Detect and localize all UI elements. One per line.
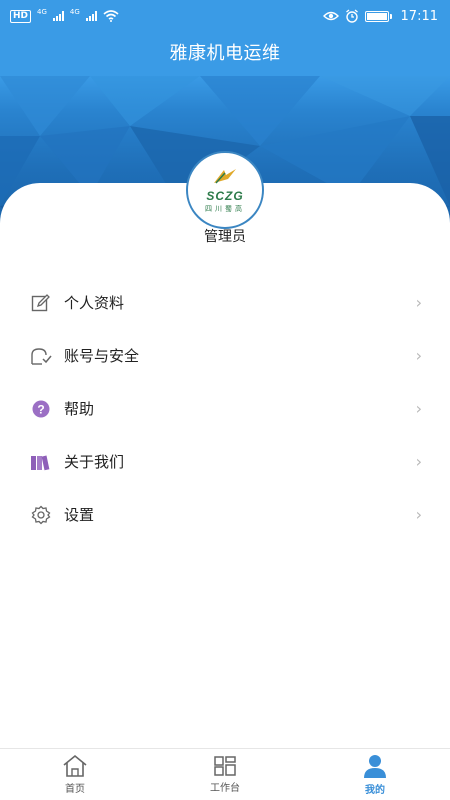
alarm-icon: [345, 9, 358, 23]
page-title: 雅康机电运维: [169, 43, 281, 64]
username: 管理员: [204, 229, 246, 245]
menu-item-account-security[interactable]: 账号与安全 ›: [0, 329, 450, 382]
tab-workbench[interactable]: 工作台: [150, 749, 300, 800]
chevron-right-icon: ›: [415, 399, 422, 418]
menu-item-label: 个人资料: [64, 294, 125, 312]
network-type-2: 4G: [69, 8, 80, 16]
menu-item-label: 帮助: [64, 400, 95, 418]
svg-text:?: ?: [37, 402, 44, 416]
bottom-tab-bar: 首页 工作台 我的: [0, 748, 450, 800]
account-security-icon: [30, 345, 52, 367]
books-icon: [30, 451, 52, 473]
status-time: 17:11: [400, 8, 438, 24]
tab-label: 首页: [65, 784, 85, 795]
tab-mine[interactable]: 我的: [300, 749, 450, 800]
signal-icon-2: [85, 11, 97, 21]
settings-menu: 个人资料 › 账号与安全 › ? 帮助 › 关于我们 › 设置 ›: [0, 276, 450, 541]
menu-item-profile[interactable]: 个人资料 ›: [0, 276, 450, 329]
tab-label: 工作台: [210, 783, 240, 794]
logo-text: SCZG: [206, 188, 244, 203]
status-bar: HD 4G 4G 17:11: [0, 0, 450, 32]
tab-home[interactable]: 首页: [0, 749, 150, 800]
menu-item-about-us[interactable]: 关于我们 ›: [0, 435, 450, 488]
chevron-right-icon: ›: [415, 452, 422, 471]
signal-icon: [52, 11, 64, 21]
avatar[interactable]: SCZG 四川蜀高: [186, 151, 264, 229]
menu-item-label: 关于我们: [64, 453, 125, 471]
workbench-icon: [214, 756, 236, 776]
menu-item-settings[interactable]: 设置 ›: [0, 488, 450, 541]
menu-item-label: 账号与安全: [64, 347, 140, 365]
logo-subtext: 四川蜀高: [205, 204, 245, 213]
gear-icon: [30, 504, 52, 526]
menu-item-label: 设置: [64, 506, 95, 524]
chevron-right-icon: ›: [415, 346, 422, 365]
logo-emblem-icon: [214, 169, 236, 184]
edit-icon: [30, 292, 52, 314]
eye-icon: [322, 11, 339, 21]
network-type-1: 4G: [37, 8, 47, 16]
chevron-right-icon: ›: [415, 293, 422, 312]
wifi-icon: [103, 10, 119, 22]
tab-label: 我的: [365, 785, 385, 796]
hd-badge: HD: [10, 9, 32, 23]
user-icon: [364, 755, 386, 778]
chevron-right-icon: ›: [415, 505, 422, 524]
help-icon: ?: [30, 398, 52, 420]
battery-icon: [364, 10, 392, 22]
menu-item-help[interactable]: ? 帮助 ›: [0, 382, 450, 435]
home-icon: [63, 754, 87, 777]
